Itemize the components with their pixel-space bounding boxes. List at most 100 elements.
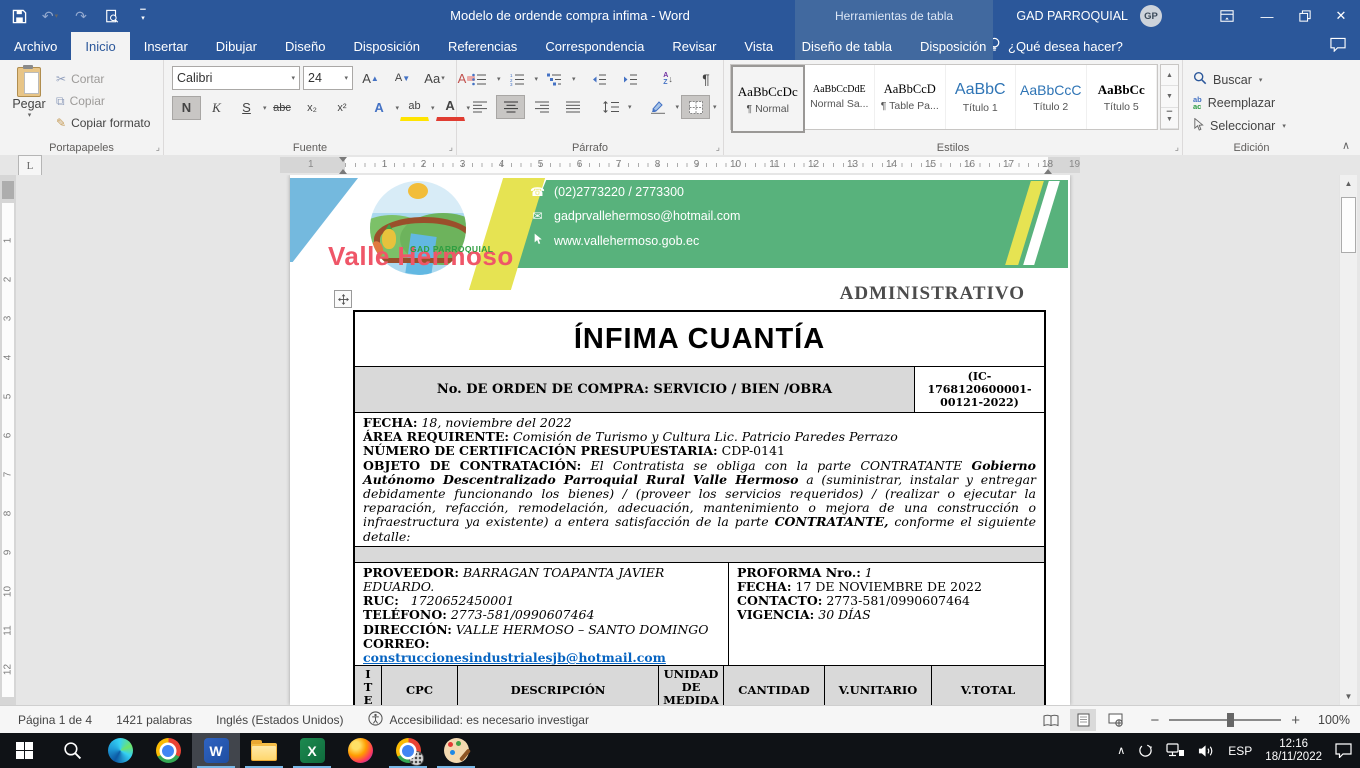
paragraph-dialog-launcher-icon[interactable]: ⌟	[716, 142, 720, 153]
bold-button[interactable]: N	[172, 96, 201, 120]
read-mode-button[interactable]	[1038, 709, 1064, 731]
styles-scroll-down-icon[interactable]: ▼	[1161, 86, 1178, 107]
tab-correspondencia[interactable]: Correspondencia	[531, 32, 658, 60]
minimize-button[interactable]: —	[1250, 0, 1284, 32]
tab-insertar[interactable]: Insertar	[130, 32, 202, 60]
italic-button[interactable]: K	[202, 96, 231, 120]
print-preview-icon[interactable]	[103, 7, 121, 25]
sort-button[interactable]: AZ↓	[654, 67, 683, 91]
chrome-icon[interactable]	[144, 733, 192, 768]
cut-button[interactable]: ✂Cortar	[56, 68, 150, 90]
bullets-button[interactable]	[465, 67, 494, 91]
multilevel-chevron-icon[interactable]: ▾	[572, 75, 576, 83]
table-move-handle[interactable]	[334, 290, 352, 308]
document-page[interactable]: Valle Hermoso GAD PARROQUIAL ☎(02)277322…	[290, 175, 1070, 705]
line-spacing-chevron-icon[interactable]: ▾	[628, 103, 632, 111]
zoom-slider[interactable]	[1169, 719, 1281, 721]
copy-button[interactable]: ⧉Copiar	[56, 90, 150, 112]
word-count[interactable]: 1421 palabras	[116, 713, 192, 727]
print-layout-button[interactable]	[1070, 709, 1096, 731]
font-size-select[interactable]: 24▾	[303, 66, 353, 90]
close-button[interactable]: ✕	[1324, 0, 1358, 32]
tab-disposicion[interactable]: Disposición	[339, 32, 433, 60]
change-case-button[interactable]: Aa▾	[420, 66, 449, 90]
style-table-pa[interactable]: AaBbCcD¶ Table Pa...	[875, 65, 946, 129]
increase-indent-button[interactable]	[616, 67, 645, 91]
save-icon[interactable]	[10, 7, 28, 25]
align-center-button[interactable]	[496, 95, 525, 119]
scroll-up-icon[interactable]: ▲	[1340, 175, 1357, 192]
subscript-button[interactable]: x₂	[298, 96, 327, 120]
multilevel-list-button[interactable]	[540, 67, 569, 91]
find-button[interactable]: Buscar▾	[1183, 68, 1360, 91]
hanging-indent-marker[interactable]	[339, 165, 347, 174]
styles-dialog-launcher-icon[interactable]: ⌟	[1175, 142, 1179, 153]
word-taskbar-icon[interactable]: W	[192, 733, 240, 768]
network-icon[interactable]	[1166, 743, 1185, 758]
line-spacing-button[interactable]	[596, 95, 625, 119]
tab-dibujar[interactable]: Dibujar	[202, 32, 271, 60]
vertical-scrollbar[interactable]: ▲ ▼	[1339, 175, 1357, 705]
tab-diseno-de-tabla[interactable]: Diseño de tabla	[788, 32, 906, 60]
action-center-icon[interactable]	[1335, 743, 1352, 758]
tab-revisar[interactable]: Revisar	[658, 32, 730, 60]
styles-more-icon[interactable]: ▔▼	[1161, 108, 1178, 129]
excel-icon[interactable]: X	[288, 733, 336, 768]
numbering-button[interactable]: 123	[503, 67, 532, 91]
correo-link[interactable]: construccionesindustrialesjb@hotmail.com	[363, 650, 666, 665]
ruler-horizontal[interactable]: 1 123456789101112131415161718 19	[280, 157, 1080, 173]
tray-sync-icon[interactable]	[1138, 743, 1153, 758]
clock[interactable]: 12:1618/11/2022	[1265, 738, 1322, 764]
taskbar-search-button[interactable]	[48, 733, 96, 768]
web-layout-button[interactable]	[1102, 709, 1128, 731]
replace-button[interactable]: abac Reemplazar	[1183, 91, 1360, 114]
volume-icon[interactable]	[1198, 744, 1215, 758]
language-status[interactable]: Inglés (Estados Unidos)	[216, 713, 343, 727]
decrease-indent-button[interactable]	[585, 67, 614, 91]
accessibility-status[interactable]: Accesibilidad: es necesario investigar	[368, 711, 589, 729]
restore-button[interactable]	[1288, 0, 1322, 32]
justify-button[interactable]	[558, 95, 587, 119]
style-titulo-5[interactable]: AaBbCcTítulo 5	[1087, 65, 1158, 129]
qat-customize-icon[interactable]: ▔▾	[134, 7, 152, 25]
firefox-icon[interactable]	[336, 733, 384, 768]
zoom-in-button[interactable]: +	[1291, 712, 1300, 729]
highlight-button[interactable]: ab	[400, 94, 429, 121]
ribbon-display-icon[interactable]	[1210, 0, 1244, 32]
borders-button[interactable]	[681, 95, 710, 119]
edge-icon[interactable]	[96, 733, 144, 768]
superscript-button[interactable]: x²	[328, 96, 357, 120]
strikethrough-button[interactable]: abc	[268, 96, 297, 120]
style-titulo-1[interactable]: AaBbCTítulo 1	[946, 65, 1017, 129]
format-painter-button[interactable]: ✎Copiar formato	[56, 112, 150, 134]
text-effects-button[interactable]: A	[365, 96, 394, 120]
borders-chevron-icon[interactable]: ▾	[713, 103, 717, 111]
tab-disposicion-tabla[interactable]: Disposición	[906, 32, 1000, 60]
tab-inicio[interactable]: Inicio	[71, 32, 129, 60]
start-button[interactable]	[0, 733, 48, 768]
avatar[interactable]: GP	[1140, 5, 1162, 27]
font-family-select[interactable]: Calibri▾	[172, 66, 300, 90]
numbering-chevron-icon[interactable]: ▾	[535, 75, 539, 83]
scrollbar-thumb[interactable]	[1341, 197, 1356, 253]
paste-button[interactable]: Pegar ▾	[7, 65, 51, 139]
tab-selector[interactable]: L	[18, 155, 42, 176]
underline-button[interactable]: S	[232, 96, 261, 120]
page-count[interactable]: Página 1 de 4	[18, 713, 92, 727]
shrink-font-button[interactable]: A▼	[388, 66, 417, 90]
ruler-vertical[interactable]: 123456789101112	[0, 175, 16, 705]
shading-button[interactable]	[644, 95, 673, 119]
align-right-button[interactable]	[527, 95, 556, 119]
undo-icon[interactable]: ↶▾	[41, 7, 59, 25]
highlight-chevron-icon[interactable]: ▾	[431, 104, 435, 112]
align-left-button[interactable]	[465, 95, 494, 119]
tray-expand-icon[interactable]: ∧	[1117, 744, 1125, 757]
paint-icon[interactable]	[432, 733, 480, 768]
style-normal[interactable]: AaBbCcDc¶ Normal	[731, 65, 805, 133]
tab-vista[interactable]: Vista	[730, 32, 787, 60]
style-titulo-2[interactable]: AaBbCcCTítulo 2	[1016, 65, 1087, 129]
show-marks-button[interactable]: ¶	[692, 67, 721, 91]
zoom-slider-thumb[interactable]	[1227, 713, 1234, 727]
text-effects-chevron-icon[interactable]: ▾	[396, 104, 400, 112]
shading-chevron-icon[interactable]: ▾	[676, 103, 680, 111]
